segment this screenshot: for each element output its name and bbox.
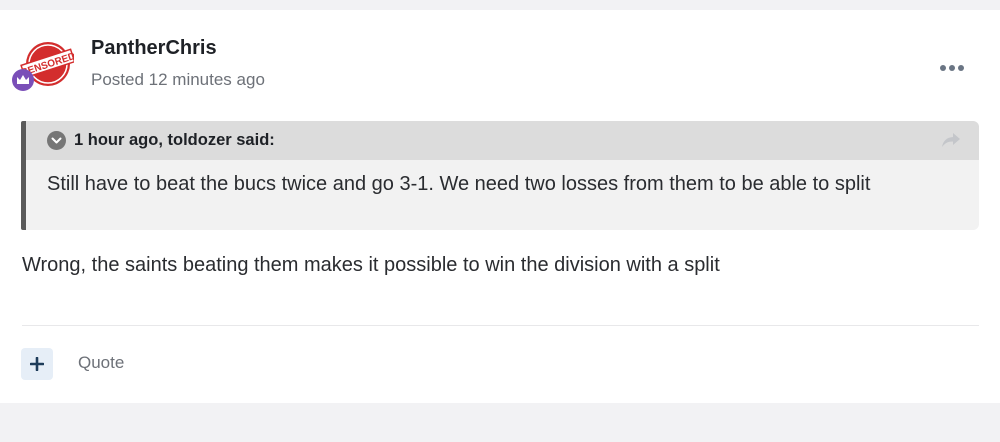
post-timestamp[interactable]: Posted 12 minutes ago: [91, 70, 265, 90]
chevron-down-icon[interactable]: [47, 131, 66, 150]
avatar[interactable]: CENSORED: [10, 38, 77, 102]
quote-button[interactable]: Quote: [78, 353, 124, 373]
quote-citation: 1 hour ago, toldozer said:: [74, 131, 275, 149]
post-content: Wrong, the saints beating them makes it …: [22, 254, 720, 276]
more-options-icon[interactable]: [940, 62, 964, 74]
share-arrow-icon[interactable]: [941, 131, 961, 149]
quote-header: 1 hour ago, toldozer said:: [26, 121, 979, 160]
quote-text: Still have to beat the bucs twice and go…: [47, 173, 871, 195]
plus-icon[interactable]: [21, 348, 53, 380]
forum-post: CENSORED PantherChris Posted 12 minutes …: [0, 10, 1000, 403]
divider: [22, 325, 979, 326]
quote-block: 1 hour ago, toldozer said: Still have to…: [21, 121, 979, 230]
author-name[interactable]: PantherChris: [91, 37, 217, 60]
crown-badge-icon: [12, 69, 34, 91]
